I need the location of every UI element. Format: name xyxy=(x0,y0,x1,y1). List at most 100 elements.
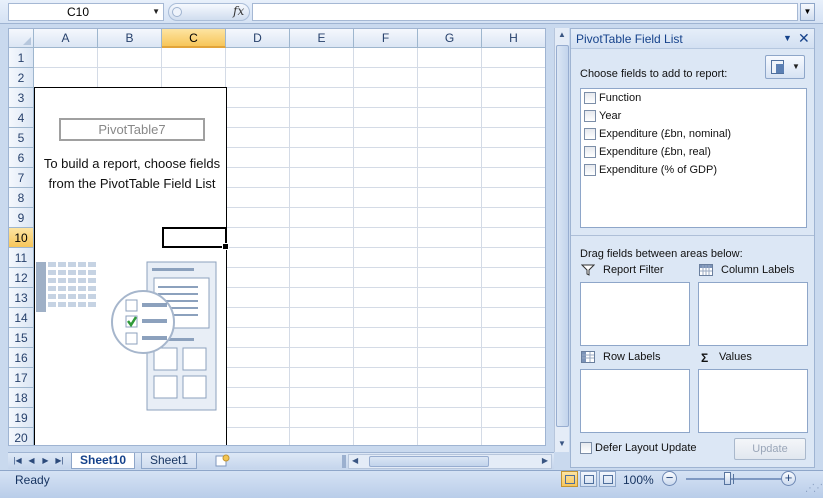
section-splitter[interactable] xyxy=(571,235,814,238)
vertical-scroll-thumb[interactable] xyxy=(556,45,569,427)
row-header-9[interactable]: 9 xyxy=(9,208,34,228)
page-layout-icon xyxy=(584,475,594,484)
row-header-14[interactable]: 14 xyxy=(9,308,34,328)
field-checkbox[interactable] xyxy=(584,92,596,105)
insert-worksheet-icon[interactable] xyxy=(213,454,233,468)
excel-window: C10 ▼ fx ▼ A B C D E F G H 1 2 3 4 5 6 7 8 9 10 11 12 13 14 15… xyxy=(0,0,823,498)
expand-formula-bar-button[interactable]: ▼ xyxy=(800,3,815,21)
row-header-20[interactable]: 20 xyxy=(9,428,34,445)
field-checkbox[interactable] xyxy=(584,146,596,159)
pivottable-name: PivotTable7 xyxy=(59,118,205,141)
row-header-12[interactable]: 12 xyxy=(9,268,34,288)
column-header-a[interactable]: A xyxy=(34,29,98,48)
column-labels-area[interactable] xyxy=(698,282,808,346)
column-header-b[interactable]: B xyxy=(98,29,162,48)
insert-function-button[interactable]: fx xyxy=(233,4,244,18)
scroll-left-icon[interactable]: ◀ xyxy=(352,456,358,465)
row-header-6[interactable]: 6 xyxy=(9,148,34,168)
chevron-down-icon: ▼ xyxy=(792,62,800,71)
column-labels-icon xyxy=(699,264,713,277)
close-icon[interactable]: ✕ xyxy=(798,30,810,47)
values-area[interactable] xyxy=(698,369,808,433)
scroll-down-icon[interactable]: ▼ xyxy=(558,439,566,448)
row-header-16[interactable]: 16 xyxy=(9,348,34,368)
choose-fields-label: Choose fields to add to report: xyxy=(580,68,728,80)
scroll-right-icon[interactable]: ▶ xyxy=(542,456,548,465)
pivottable-instructions: To build a report, choose fields from th… xyxy=(43,156,221,191)
field-function[interactable]: Function xyxy=(584,91,641,107)
row-header-10[interactable]: 10 xyxy=(9,228,34,248)
field-expenditure-gdp[interactable]: Expenditure (% of GDP) xyxy=(584,163,717,179)
field-label: Expenditure (% of GDP) xyxy=(599,164,717,177)
row-header-4[interactable]: 4 xyxy=(9,108,34,128)
row-header-18[interactable]: 18 xyxy=(9,388,34,408)
formula-input[interactable] xyxy=(252,3,798,21)
defer-layout-update[interactable]: Defer Layout Update xyxy=(580,442,697,455)
zoom-level[interactable]: 100% xyxy=(623,473,654,487)
resize-grip-icon[interactable]: ⋰⋰ xyxy=(805,483,823,494)
row-header-7[interactable]: 7 xyxy=(9,168,34,188)
tab-label: Sheet10 xyxy=(80,453,127,467)
tab-sheet10[interactable]: Sheet10 xyxy=(71,453,136,469)
horizontal-scrollbar[interactable]: ◀ ▶ xyxy=(348,454,552,469)
row-header-2[interactable]: 2 xyxy=(9,68,34,88)
expand-handle-icon[interactable] xyxy=(172,7,182,17)
row-header-5[interactable]: 5 xyxy=(9,128,34,148)
pane-options-chevron-icon[interactable]: ▼ xyxy=(783,33,792,43)
field-checkbox[interactable] xyxy=(584,164,596,177)
update-button[interactable]: Update xyxy=(734,438,806,460)
name-box[interactable]: C10 ▼ xyxy=(8,3,164,21)
pane-header: PivotTable Field List ▼ ✕ xyxy=(571,29,814,49)
field-year[interactable]: Year xyxy=(584,109,621,125)
field-list-layout-button[interactable]: ▼ xyxy=(765,55,805,79)
chevron-down-icon[interactable]: ▼ xyxy=(152,7,160,16)
row-labels-area[interactable] xyxy=(580,369,690,433)
page-break-icon xyxy=(603,475,613,484)
select-all-button[interactable] xyxy=(9,29,34,48)
first-sheet-icon[interactable]: |◀ xyxy=(12,455,23,467)
row-header-15[interactable]: 15 xyxy=(9,328,34,348)
row-header-13[interactable]: 13 xyxy=(9,288,34,308)
last-sheet-icon[interactable]: ▶| xyxy=(54,455,65,467)
field-checkbox[interactable] xyxy=(584,110,596,123)
row-header-8[interactable]: 8 xyxy=(9,188,34,208)
page-break-preview-button[interactable] xyxy=(599,471,616,487)
gridline-horizontal xyxy=(34,67,545,68)
previous-sheet-icon[interactable]: ◀ xyxy=(26,455,37,467)
row-header-3[interactable]: 3 xyxy=(9,88,34,108)
field-checkbox[interactable] xyxy=(584,128,596,141)
name-box-value: C10 xyxy=(67,5,90,19)
column-header-c[interactable]: C xyxy=(162,29,226,48)
column-header-g[interactable]: G xyxy=(418,29,482,48)
page-layout-view-button[interactable] xyxy=(580,471,597,487)
row-header-17[interactable]: 17 xyxy=(9,368,34,388)
drag-fields-label: Drag fields between areas below: xyxy=(580,248,743,260)
field-expenditure-nominal[interactable]: Expenditure (£bn, nominal) xyxy=(584,127,731,143)
vertical-scrollbar[interactable]: ▲ ▼ xyxy=(554,28,569,452)
active-cell-c10[interactable] xyxy=(162,227,229,250)
row-header-19[interactable]: 19 xyxy=(9,408,34,428)
defer-checkbox[interactable] xyxy=(580,442,592,455)
column-header-f[interactable]: F xyxy=(354,29,418,48)
zoom-slider-track[interactable] xyxy=(686,478,782,480)
sheet-tabs-bar: |◀ ◀ ▶ ▶| Sheet10 Sheet1 ◀ ▶ xyxy=(8,452,554,469)
next-sheet-icon[interactable]: ▶ xyxy=(40,455,51,467)
tab-split-handle[interactable] xyxy=(342,455,346,468)
field-expenditure-real[interactable]: Expenditure (£bn, real) xyxy=(584,145,711,161)
zoom-slider-thumb[interactable] xyxy=(724,472,731,485)
scroll-up-icon[interactable]: ▲ xyxy=(558,30,566,39)
column-header-d[interactable]: D xyxy=(226,29,290,48)
column-header-h[interactable]: H xyxy=(482,29,545,48)
normal-view-icon xyxy=(565,475,575,484)
tab-sheet1[interactable]: Sheet1 xyxy=(141,453,198,469)
report-filter-area[interactable] xyxy=(580,282,690,346)
normal-view-button[interactable] xyxy=(561,471,578,487)
field-label: Expenditure (£bn, nominal) xyxy=(599,128,732,141)
column-header-e[interactable]: E xyxy=(290,29,354,48)
row-header-11[interactable]: 11 xyxy=(9,248,34,268)
zoom-out-button[interactable]: − xyxy=(662,471,677,486)
horizontal-scroll-thumb[interactable] xyxy=(369,456,489,467)
field-label: Function xyxy=(599,92,642,105)
row-header-1[interactable]: 1 xyxy=(9,48,34,68)
zoom-in-button[interactable]: + xyxy=(781,471,796,486)
